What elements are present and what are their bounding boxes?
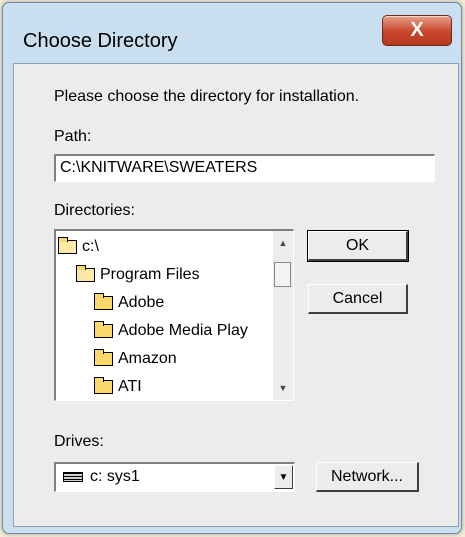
directory-item-label: Adobe: [118, 294, 165, 311]
directory-item-c[interactable]: c:\: [56, 233, 266, 261]
drives-selected-value: c: sys1: [90, 468, 140, 485]
path-label: Path:: [54, 128, 92, 145]
dialog-frame: Choose Directory X Please choose the dir…: [2, 2, 462, 534]
open-folder-icon: [58, 237, 77, 254]
folder-icon: [94, 321, 113, 338]
folder-icon: [94, 377, 113, 394]
drives-label: Drives:: [54, 433, 104, 450]
directory-listbox[interactable]: c:\ Program Files Adobe Adobe Media Play…: [54, 229, 294, 401]
drives-dropdown[interactable]: c: sys1 ▼: [54, 462, 295, 492]
directory-item-adobe[interactable]: Adobe: [56, 289, 266, 317]
directory-item-amazon[interactable]: Amazon: [56, 345, 266, 373]
directory-item-label: Amazon: [118, 350, 177, 367]
ok-button[interactable]: OK: [307, 230, 409, 262]
window-title: Choose Directory: [23, 30, 178, 52]
scroll-thumb[interactable]: [274, 262, 291, 287]
instruction-text: Please choose the directory for installa…: [54, 88, 360, 105]
close-x-icon: X: [410, 19, 424, 41]
directory-item-label: Adobe Media Play: [118, 322, 248, 339]
folder-icon: [94, 349, 113, 366]
directory-item-label: c:\: [82, 238, 99, 255]
folder-icon: [94, 293, 113, 310]
directory-scrollbar[interactable]: ▲ ▼: [273, 231, 293, 400]
directory-item-label: Program Files: [100, 266, 200, 283]
directory-item-adobe-media-play[interactable]: Adobe Media Play: [56, 317, 266, 345]
close-button[interactable]: X: [382, 15, 452, 46]
path-input[interactable]: C:\KNITWARE\SWEATERS: [54, 154, 435, 182]
scroll-up-button[interactable]: ▲: [273, 233, 293, 253]
drive-icon: [63, 472, 83, 482]
directory-item-label: ATI: [118, 378, 142, 395]
cancel-button[interactable]: Cancel: [308, 284, 408, 314]
directories-label: Directories:: [54, 202, 135, 219]
chevron-down-icon[interactable]: ▼: [274, 465, 293, 489]
network-button[interactable]: Network...: [316, 462, 419, 492]
open-folder-icon: [76, 265, 95, 282]
scroll-down-button[interactable]: ▼: [273, 378, 293, 398]
directory-item-program-files[interactable]: Program Files: [56, 261, 266, 289]
directory-item-ati[interactable]: ATI: [56, 373, 266, 400]
dialog-body: Please choose the directory for installa…: [13, 63, 459, 527]
